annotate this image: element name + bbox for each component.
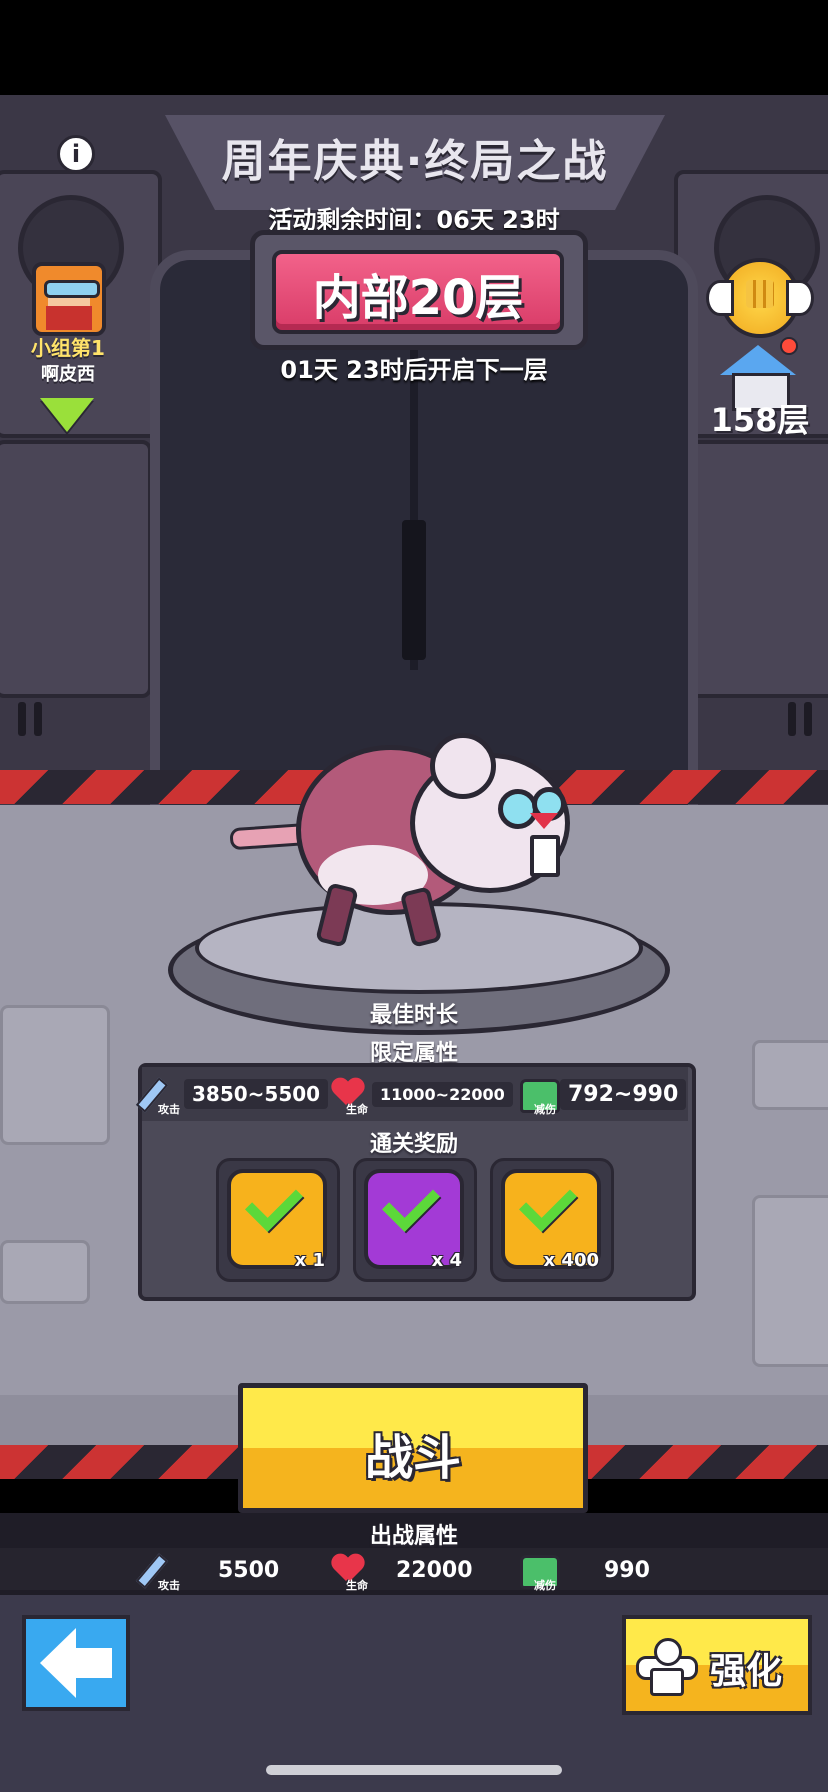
boss-tooth xyxy=(530,835,560,877)
chevron-down-icon[interactable] xyxy=(40,398,94,432)
stat-value: 5500 xyxy=(218,1557,280,1583)
muscle-head xyxy=(654,1638,682,1666)
boss-leg xyxy=(315,882,359,948)
boss-stat-attack: 攻击 3850~5500 xyxy=(135,1075,329,1116)
stat-caption: 减伤 xyxy=(534,1103,556,1116)
door-handle xyxy=(402,520,426,660)
stat-value: 990 xyxy=(604,1557,650,1583)
floor-tile xyxy=(752,1195,828,1367)
heart-icon: 生命 xyxy=(330,1075,368,1116)
upgrade-button-label[interactable]: 强化 xyxy=(710,1642,782,1694)
reward-item-gun[interactable]: x 1 xyxy=(216,1158,340,1282)
muscle-torso xyxy=(650,1668,684,1696)
arrow-head xyxy=(40,1628,76,1698)
wall-panel-left-lower xyxy=(0,440,152,698)
floor-tile xyxy=(0,1005,110,1145)
back-arrow-icon[interactable] xyxy=(40,1628,112,1698)
player-rank: 小组第1 xyxy=(31,336,105,360)
info-icon[interactable]: i xyxy=(57,135,95,173)
avatar-goggle xyxy=(44,280,100,298)
arrow-shaft xyxy=(72,1648,112,1678)
event-title: 周年庆典·终局之战 xyxy=(221,136,609,187)
avatar-mask xyxy=(46,306,92,330)
battle-attr-label: 出战属性 xyxy=(369,1524,458,1549)
boss-stat-health: 生命 11000~22000 xyxy=(330,1075,513,1116)
next-floor-countdown: 01天 23时后开启下一层 xyxy=(280,356,548,384)
floor-tile xyxy=(0,1240,90,1304)
vent-right-2 xyxy=(804,702,812,736)
battle-stat-health: 生命 22000 xyxy=(330,1551,481,1593)
muscle-icon[interactable] xyxy=(636,1638,698,1696)
boss-ear xyxy=(430,733,496,799)
player-name: 啊皮西 xyxy=(41,364,95,385)
reward-item-hammer[interactable]: x 4 xyxy=(353,1158,477,1282)
home-indicator[interactable] xyxy=(266,1765,562,1775)
medal-wing-right xyxy=(786,280,814,316)
stat-caption: 减伤 xyxy=(534,1579,556,1592)
avatar[interactable] xyxy=(32,262,106,336)
stat-value: 11000~22000 xyxy=(372,1081,513,1107)
vent-right-1 xyxy=(788,702,796,736)
battle-stat-defense: 减伤 990 xyxy=(518,1551,658,1592)
medal-wing-left xyxy=(706,280,734,316)
armor-icon: 减伤 xyxy=(518,1075,560,1116)
heart-icon: 生命 xyxy=(330,1551,368,1592)
my-floor-label: 158层 xyxy=(710,401,810,439)
stat-caption: 生命 xyxy=(346,1103,368,1116)
vent-left-1 xyxy=(18,702,26,736)
boss-rat[interactable] xyxy=(229,705,590,948)
reward-item-coin[interactable]: x 400 xyxy=(490,1158,614,1282)
wall-panel-right-lower xyxy=(684,440,828,698)
stat-value: 792~990 xyxy=(560,1078,687,1110)
vent-left-2 xyxy=(34,702,42,736)
sword-icon: 攻击 xyxy=(135,1075,180,1116)
armor-icon: 减伤 xyxy=(518,1551,560,1592)
stat-caption: 攻击 xyxy=(158,1103,180,1116)
boss-stat-defense: 减伤 792~990 xyxy=(518,1075,687,1116)
boss-nose xyxy=(530,813,558,829)
reward-qty: x 4 xyxy=(431,1250,462,1271)
notification-dot xyxy=(780,337,798,355)
stat-value: 3850~5500 xyxy=(184,1079,329,1109)
battle-stat-attack: 攻击 5500 xyxy=(135,1551,287,1592)
reward-title: 通关奖励 xyxy=(369,1132,458,1157)
sword-icon: 攻击 xyxy=(135,1551,180,1592)
fight-button-label[interactable]: 战斗 xyxy=(238,1418,588,1488)
stat-caption: 攻击 xyxy=(158,1579,180,1592)
medal-icon[interactable] xyxy=(706,258,814,338)
best-time-label: 最佳时长 xyxy=(369,1003,458,1028)
reward-qty: x 1 xyxy=(294,1250,325,1271)
status-bar-area xyxy=(0,0,828,95)
stat-value: 22000 xyxy=(396,1557,473,1583)
stat-caption: 生命 xyxy=(346,1579,368,1592)
current-floor-label: 内部20层 xyxy=(312,270,524,326)
reward-qty: x 400 xyxy=(543,1250,599,1271)
floor-tile xyxy=(752,1040,828,1110)
medal-bars xyxy=(746,280,774,308)
